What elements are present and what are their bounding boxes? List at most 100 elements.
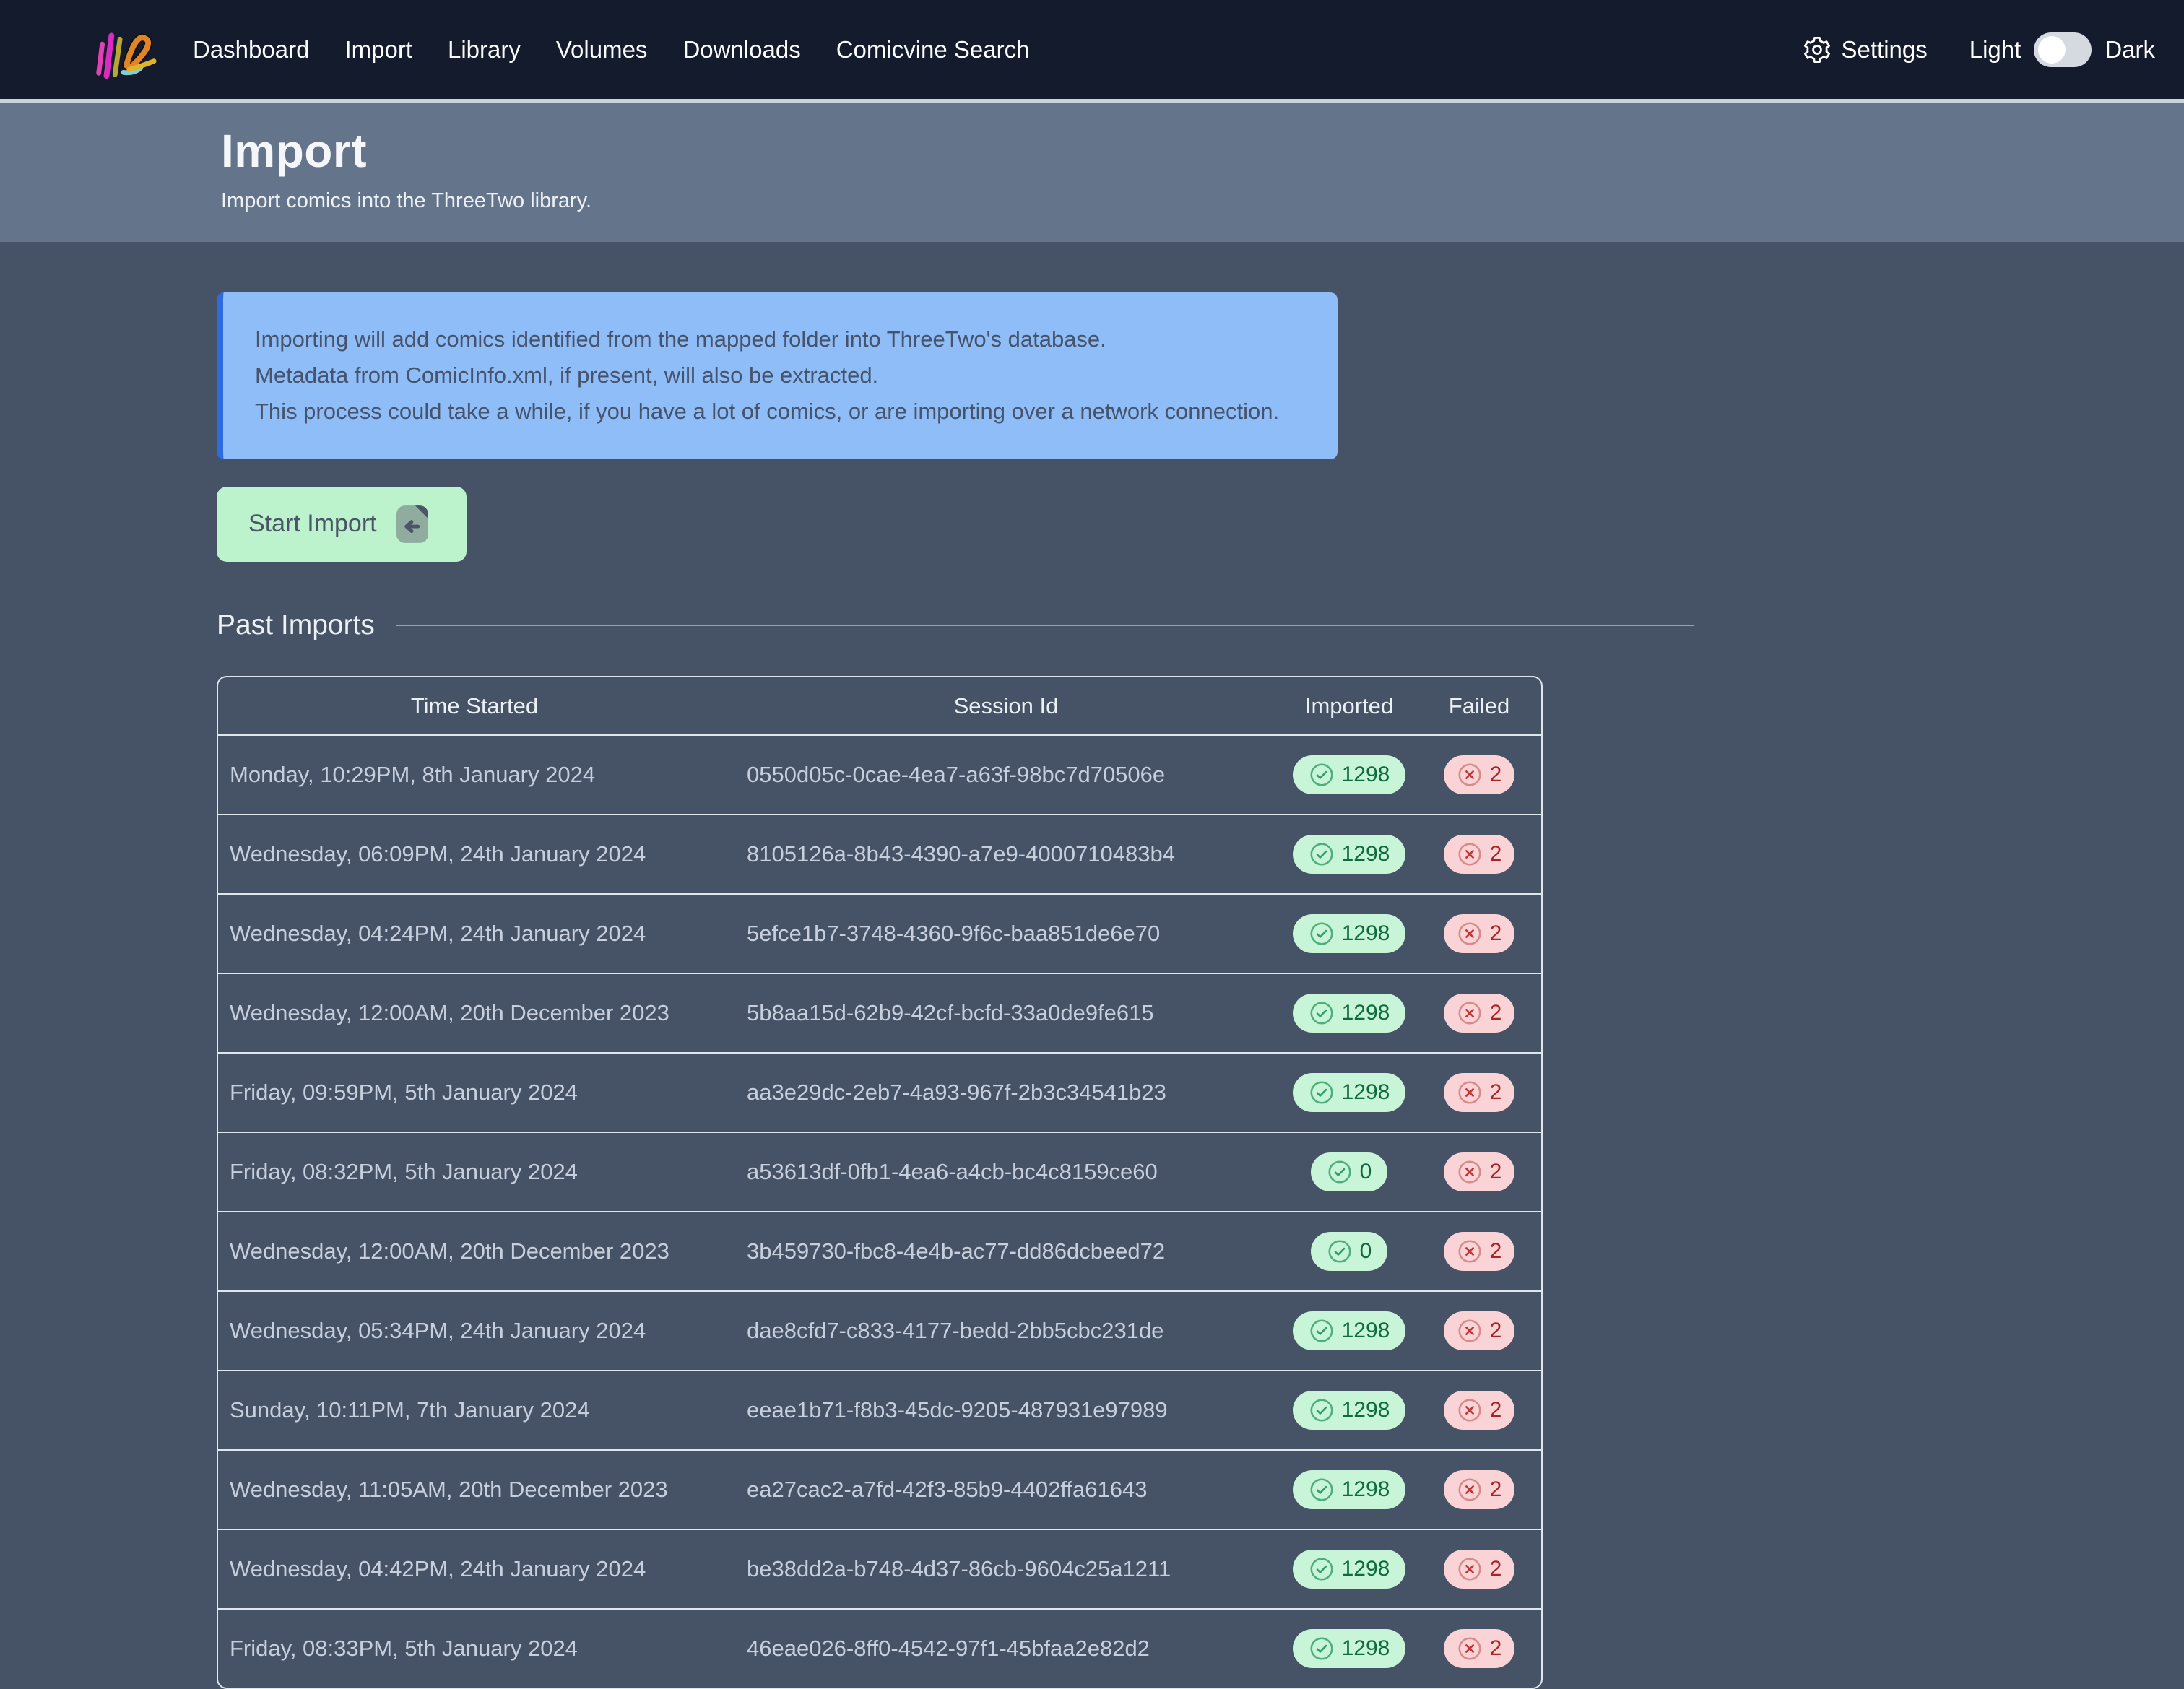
- imported-badge: 1298: [1293, 835, 1406, 874]
- failed-count: 2: [1490, 1320, 1502, 1342]
- table-row: Wednesday, 12:00AM, 20th December 20233b…: [218, 1212, 1541, 1291]
- col-header-failed: Failed: [1417, 677, 1541, 735]
- theme-light-label: Light: [1970, 36, 2022, 64]
- navbar-right: Settings Light Dark: [1802, 32, 2156, 67]
- imported-count: 1298: [1342, 764, 1390, 786]
- imported-cell: 1298: [1281, 815, 1417, 894]
- past-imports-divider: [396, 625, 1694, 626]
- table-row: Wednesday, 11:05AM, 20th December 2023ea…: [218, 1450, 1541, 1529]
- session-id-cell: be38dd2a-b748-4d37-86cb-9604c25a1211: [731, 1529, 1281, 1609]
- nav-item-import[interactable]: Import: [344, 36, 412, 64]
- nav-item-dashboard[interactable]: Dashboard: [193, 36, 309, 64]
- nav-item-library[interactable]: Library: [448, 36, 521, 64]
- check-circle-icon: [1309, 921, 1335, 947]
- imported-cell: 1298: [1281, 973, 1417, 1053]
- session-id-cell: 46eae026-8ff0-4542-97f1-45bfaa2e82d2: [731, 1609, 1281, 1688]
- failed-cell: 2: [1417, 734, 1541, 815]
- nav-item-volumes[interactable]: Volumes: [556, 36, 648, 64]
- failed-cell: 2: [1417, 1053, 1541, 1132]
- session-id-cell: 8105126a-8b43-4390-a7e9-4000710483b4: [731, 815, 1281, 894]
- imported-badge: 1298: [1293, 1629, 1406, 1668]
- start-import-button[interactable]: Start Import: [217, 487, 467, 562]
- past-imports-table: Time Started Session Id Imported Failed …: [217, 676, 1543, 1689]
- nav-item-comicvine-search[interactable]: Comicvine Search: [836, 36, 1030, 64]
- imported-cell: 1298: [1281, 1450, 1417, 1529]
- check-circle-icon: [1327, 1159, 1353, 1185]
- imported-badge: 0: [1311, 1152, 1388, 1191]
- col-header-time-started: Time Started: [218, 677, 731, 735]
- imported-cell: 1298: [1281, 1529, 1417, 1609]
- imported-cell: 1298: [1281, 894, 1417, 973]
- failed-cell: 2: [1417, 1212, 1541, 1291]
- check-circle-icon: [1309, 1477, 1335, 1503]
- imported-count: 1298: [1342, 1479, 1390, 1501]
- x-circle-icon: [1457, 1159, 1483, 1185]
- imported-cell: 0: [1281, 1212, 1417, 1291]
- imported-count: 1298: [1342, 923, 1390, 945]
- imported-cell: 0: [1281, 1132, 1417, 1212]
- imported-badge: 1298: [1293, 914, 1406, 953]
- table-row: Friday, 09:59PM, 5th January 2024aa3e29d…: [218, 1053, 1541, 1132]
- imported-count: 1298: [1342, 1320, 1390, 1342]
- check-circle-icon: [1309, 1397, 1335, 1423]
- check-circle-icon: [1309, 1556, 1335, 1582]
- col-header-imported: Imported: [1281, 677, 1417, 735]
- failed-badge: 2: [1444, 1073, 1515, 1112]
- x-circle-icon: [1457, 841, 1483, 867]
- session-id-cell: 5efce1b7-3748-4360-9f6c-baa851de6e70: [731, 894, 1281, 973]
- imported-badge: 1298: [1293, 1391, 1406, 1430]
- nav-links: Dashboard Import Library Volumes Downloa…: [193, 36, 1029, 64]
- settings-label: Settings: [1842, 36, 1928, 64]
- threetwo-logo[interactable]: [88, 14, 159, 85]
- imported-badge: 1298: [1293, 1311, 1406, 1350]
- imported-count: 1298: [1342, 1638, 1390, 1659]
- theme-switcher: Light Dark: [1970, 32, 2155, 67]
- session-id-cell: a53613df-0fb1-4ea6-a4cb-bc4c8159ce60: [731, 1132, 1281, 1212]
- failed-badge: 2: [1444, 1232, 1515, 1271]
- imported-cell: 1298: [1281, 734, 1417, 815]
- x-circle-icon: [1457, 1636, 1483, 1662]
- imported-cell: 1298: [1281, 1053, 1417, 1132]
- col-header-session-id: Session Id: [731, 677, 1281, 735]
- failed-badge: 2: [1444, 1550, 1515, 1589]
- imported-badge: 1298: [1293, 1550, 1406, 1589]
- time-started-cell: Wednesday, 05:34PM, 24th January 2024: [218, 1291, 731, 1371]
- import-info-box: Importing will add comics identified fro…: [217, 292, 1338, 459]
- time-started-cell: Wednesday, 04:24PM, 24th January 2024: [218, 894, 731, 973]
- threetwo-logo-icon: [88, 14, 159, 85]
- nav-item-downloads[interactable]: Downloads: [682, 36, 800, 64]
- settings-button[interactable]: Settings: [1802, 35, 1928, 65]
- failed-count: 2: [1490, 1399, 1502, 1421]
- failed-badge: 2: [1444, 1311, 1515, 1350]
- failed-count: 2: [1490, 1002, 1502, 1024]
- failed-cell: 2: [1417, 1609, 1541, 1688]
- failed-badge: 2: [1444, 1152, 1515, 1191]
- failed-count: 2: [1490, 1479, 1502, 1501]
- failed-badge: 2: [1444, 755, 1515, 794]
- x-circle-icon: [1457, 1000, 1483, 1026]
- time-started-cell: Friday, 08:32PM, 5th January 2024: [218, 1132, 731, 1212]
- imported-cell: 1298: [1281, 1609, 1417, 1688]
- failed-count: 2: [1490, 1558, 1502, 1580]
- past-imports-header: Past Imports: [217, 609, 1694, 641]
- imported-count: 0: [1360, 1241, 1372, 1262]
- failed-count: 2: [1490, 764, 1502, 786]
- check-circle-icon: [1309, 841, 1335, 867]
- failed-count: 2: [1490, 1082, 1502, 1103]
- table-row: Monday, 10:29PM, 8th January 20240550d05…: [218, 734, 1541, 815]
- time-started-cell: Wednesday, 04:42PM, 24th January 2024: [218, 1529, 731, 1609]
- imported-badge: 1298: [1293, 1470, 1406, 1509]
- theme-toggle[interactable]: [2034, 32, 2092, 67]
- time-started-cell: Monday, 10:29PM, 8th January 2024: [218, 734, 731, 815]
- failed-cell: 2: [1417, 1450, 1541, 1529]
- x-circle-icon: [1457, 1318, 1483, 1344]
- failed-cell: 2: [1417, 815, 1541, 894]
- x-circle-icon: [1457, 1477, 1483, 1503]
- time-started-cell: Wednesday, 12:00AM, 20th December 2023: [218, 973, 731, 1053]
- time-started-cell: Wednesday, 06:09PM, 24th January 2024: [218, 815, 731, 894]
- theme-toggle-knob: [2038, 36, 2066, 64]
- failed-badge: 2: [1444, 835, 1515, 874]
- check-circle-icon: [1309, 1080, 1335, 1106]
- failed-badge: 2: [1444, 1629, 1515, 1668]
- imported-badge: 1298: [1293, 994, 1406, 1033]
